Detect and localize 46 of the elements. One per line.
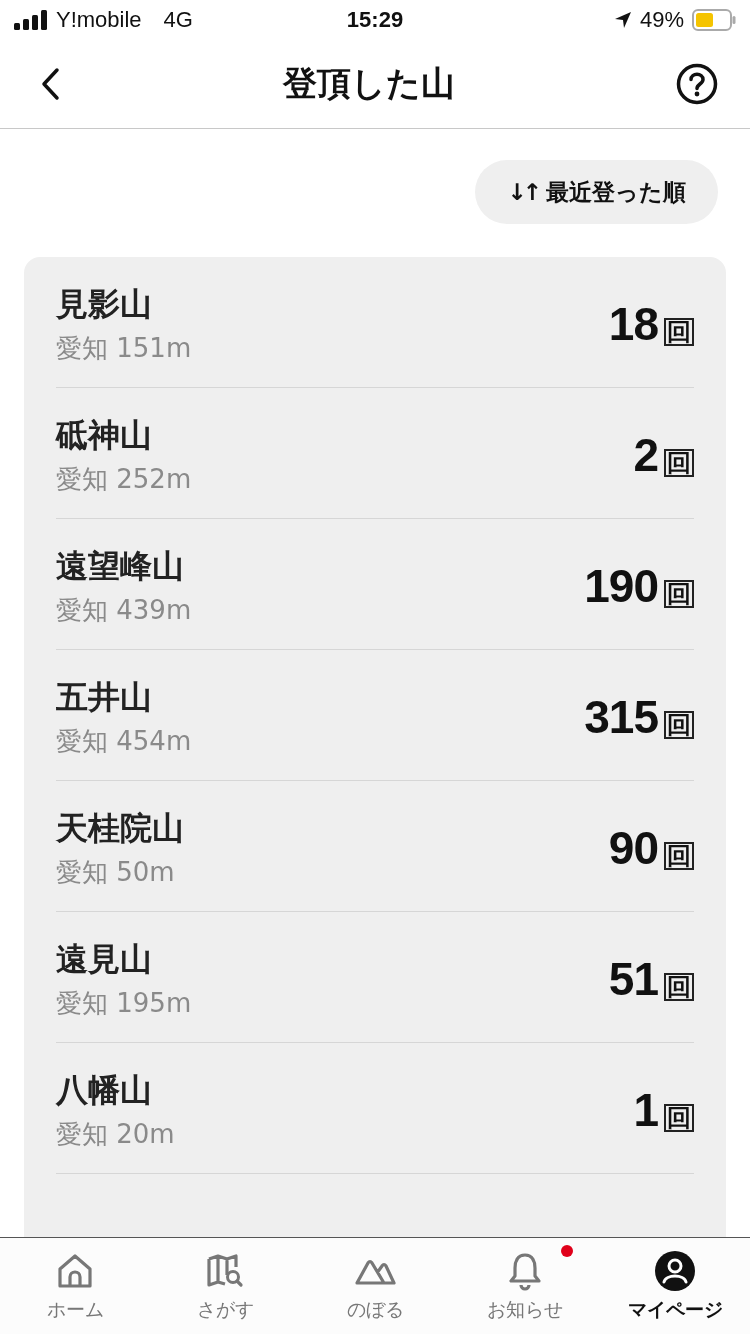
climb-count: 90: [608, 821, 658, 875]
climb-count: 315: [584, 690, 658, 744]
help-button[interactable]: [676, 63, 718, 105]
mountain-name[interactable]: 砥神山: [56, 414, 192, 458]
mountain-name[interactable]: 五井山: [56, 676, 192, 720]
mountain-location: 愛知 151m: [56, 332, 192, 365]
tab-item[interactable]: マイページ: [600, 1238, 750, 1334]
mountain-location: 愛知 20m: [56, 1118, 175, 1151]
tab-item[interactable]: さがす: [150, 1238, 300, 1334]
mountain-name[interactable]: 見影山: [56, 283, 192, 327]
battery-percent: 49%: [639, 7, 684, 33]
count-unit: 回: [664, 449, 694, 477]
count-unit: 回: [664, 1104, 694, 1132]
climb-count: 190: [584, 559, 658, 613]
network-type: 4G: [163, 7, 193, 33]
mountain-location: 愛知 439m: [56, 594, 192, 627]
mountain-location: 愛知 252m: [56, 463, 192, 496]
battery-icon: [692, 9, 736, 31]
mountain-name[interactable]: 天桂院山: [56, 807, 184, 851]
mountain-location: 愛知 454m: [56, 725, 192, 758]
climb-count: 51: [608, 952, 658, 1006]
carrier-name: Y!mobile: [56, 7, 142, 33]
mountain-name[interactable]: 遠見山: [56, 938, 192, 982]
signal-icon: [14, 10, 48, 30]
count-unit: 回: [664, 580, 694, 608]
back-button[interactable]: [40, 67, 62, 101]
mountain-location: 愛知 50m: [56, 856, 176, 889]
climb-count: 18: [608, 297, 658, 351]
location-arrow-icon: [613, 11, 632, 29]
tab-item[interactable]: ホーム: [0, 1238, 150, 1334]
tab-item[interactable]: のぼる: [300, 1238, 450, 1334]
count-unit: 回: [664, 711, 694, 739]
mountain-name[interactable]: 八幡山: [56, 1069, 175, 1113]
count-unit: 回: [664, 318, 694, 346]
mountain-location: 愛知 195m: [56, 987, 192, 1020]
page-title: 登頂した山: [283, 62, 455, 105]
profile-icon: [654, 1250, 696, 1292]
climb-count: 1: [633, 1083, 658, 1137]
sort-button[interactable]: ↓↑ 最近登った順: [475, 160, 718, 224]
climb-count: 2: [633, 428, 658, 482]
count-unit: 回: [664, 973, 694, 1001]
mountain-name[interactable]: 遠望峰山: [56, 545, 192, 589]
home-icon: [55, 1251, 95, 1291]
count-unit: 回: [664, 842, 694, 870]
clock-time: 15:29: [346, 7, 404, 33]
tab-item[interactable]: お知らせ: [450, 1238, 600, 1334]
